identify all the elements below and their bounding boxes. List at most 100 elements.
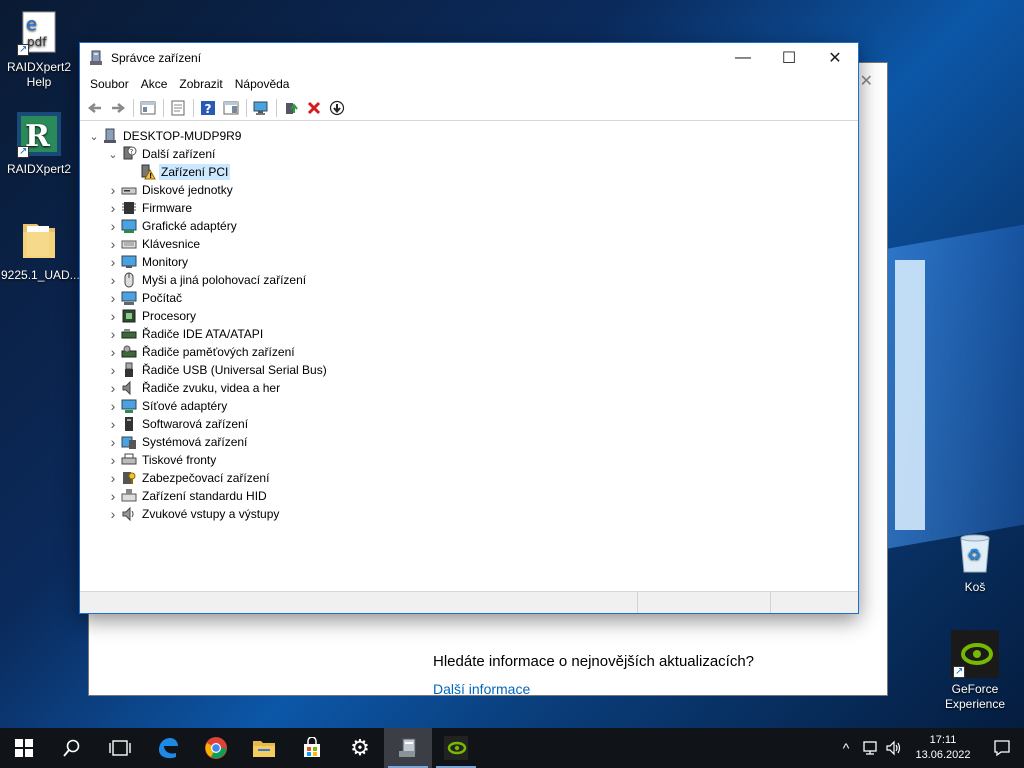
tree-category-item[interactable]: › Softwarová zařízení <box>105 415 250 433</box>
tree-category-item[interactable]: › Monitory <box>105 253 190 271</box>
forward-arrow-icon[interactable] <box>107 97 129 119</box>
tree-category-item[interactable]: › Zařízení standardu HID <box>105 487 269 505</box>
more-info-link[interactable]: Další informace <box>433 681 530 697</box>
taskbar-geforce-experience[interactable] <box>432 728 480 768</box>
clock[interactable]: 17:11 13.06.2022 <box>906 733 980 763</box>
tree-category-item[interactable]: › Procesory <box>105 307 198 325</box>
chevron-right-icon[interactable]: › <box>105 236 121 252</box>
chevron-right-icon[interactable]: › <box>105 380 121 396</box>
taskbar-device-manager[interactable] <box>384 728 432 768</box>
tree-category-item[interactable]: › Řadiče paměťových zařízení <box>105 343 297 361</box>
chevron-right-icon[interactable]: › <box>105 398 121 414</box>
menu-file[interactable]: Soubor <box>84 77 135 91</box>
update-driver-icon[interactable] <box>280 97 302 119</box>
taskbar-edge[interactable] <box>144 728 192 768</box>
task-view-button[interactable] <box>96 728 144 768</box>
menu-action[interactable]: Akce <box>135 77 174 91</box>
tree-category-item[interactable]: › Řadiče zvuku, videa a her <box>105 379 282 397</box>
mouse-icon <box>121 272 137 288</box>
chevron-right-icon[interactable]: › <box>105 308 121 324</box>
tree-category-item[interactable]: › Systémová zařízení <box>105 433 249 451</box>
tree-category-item[interactable]: › Řadiče IDE ATA/ATAPI <box>105 325 265 343</box>
properties-icon[interactable] <box>167 97 189 119</box>
scan-hardware-icon[interactable] <box>250 97 272 119</box>
start-button[interactable] <box>0 728 48 768</box>
chevron-down-icon[interactable]: ⌄ <box>105 148 121 161</box>
chevron-right-icon[interactable]: › <box>105 182 121 198</box>
chevron-right-icon[interactable]: › <box>105 470 121 486</box>
taskbar-chrome[interactable] <box>192 728 240 768</box>
tree-item-label: Řadiče paměťových zařízení <box>142 345 295 359</box>
tree-category-item[interactable]: › Řadiče USB (Universal Serial Bus) <box>105 361 329 379</box>
volume-control[interactable] <box>882 728 906 768</box>
tree-category-item[interactable]: › Počítač <box>105 289 184 307</box>
desktop-icon-label: RAIDXpert2 <box>6 162 72 176</box>
action-pane-icon[interactable] <box>220 97 242 119</box>
chevron-right-icon[interactable]: › <box>105 326 121 342</box>
maximize-button[interactable]: ☐ <box>766 43 812 73</box>
menu-help[interactable]: Nápověda <box>229 77 296 91</box>
chevron-right-icon[interactable]: › <box>105 290 121 306</box>
close-button[interactable]: ✕ <box>812 43 858 73</box>
tree-category-item[interactable]: › Zvukové vstupy a výstupy <box>105 505 281 523</box>
show-hide-tree-icon[interactable] <box>137 97 159 119</box>
tree-category-item[interactable]: › Síťové adaptéry <box>105 397 229 415</box>
chevron-right-icon[interactable]: › <box>105 272 121 288</box>
chevron-right-icon[interactable]: › <box>105 254 121 270</box>
usb-icon <box>121 362 137 378</box>
chevron-down-icon[interactable]: ⌄ <box>86 130 102 143</box>
taskbar-settings[interactable]: ⚙ <box>336 728 384 768</box>
ide-controller-icon <box>121 326 137 342</box>
chevron-right-icon[interactable]: › <box>105 452 121 468</box>
chevron-right-icon[interactable]: › <box>105 200 121 216</box>
desktop-icon-raidxpert2[interactable]: R RAIDXpert2 <box>1 110 77 177</box>
search-button[interactable] <box>48 728 96 768</box>
window-title: Správce zařízení <box>111 51 202 65</box>
tree-category-item[interactable]: › Tiskové fronty <box>105 451 218 469</box>
svg-text:!: ! <box>149 172 152 180</box>
clock-time: 17:11 <box>929 734 957 746</box>
tree-category-item[interactable]: › Grafické adaptéry <box>105 217 239 235</box>
chevron-right-icon[interactable]: › <box>105 488 121 504</box>
chevron-right-icon[interactable]: › <box>105 218 121 234</box>
minimize-button[interactable]: — <box>720 43 766 73</box>
tree-category-item[interactable]: › Firmware <box>105 199 194 217</box>
chevron-right-icon[interactable]: › <box>105 416 121 432</box>
uninstall-device-icon[interactable] <box>303 97 325 119</box>
device-manager-window[interactable]: Správce zařízení — ☐ ✕ Soubor Akce Zobra… <box>79 42 859 614</box>
tree-root[interactable]: ⌄ DESKTOP-MUDP9R9 <box>86 127 243 145</box>
tree-category-item[interactable]: › Diskové jednotky <box>105 181 235 199</box>
tree-item-label: Diskové jednotky <box>142 183 233 197</box>
desktop-icon-folder[interactable]: 9225.1_UAD... <box>1 216 80 283</box>
enable-device-icon[interactable] <box>326 97 348 119</box>
back-arrow-icon[interactable] <box>84 97 106 119</box>
network-status[interactable] <box>858 728 882 768</box>
action-center-button[interactable] <box>980 728 1024 768</box>
tree-category-item[interactable]: › Klávesnice <box>105 235 202 253</box>
close-icon[interactable]: ✕ <box>860 71 873 91</box>
tree-item-label: Zařízení PCI <box>159 164 231 180</box>
tree-item-label: Softwarová zařízení <box>142 417 249 431</box>
help-icon[interactable]: ? <box>197 97 219 119</box>
chevron-right-icon[interactable]: › <box>105 506 121 522</box>
chevron-right-icon[interactable]: › <box>105 362 121 378</box>
tree-item-label: Řadiče IDE ATA/ATAPI <box>142 327 264 341</box>
tree-category-item[interactable]: › Zabezpečovací zařízení <box>105 469 271 487</box>
show-hidden-icons-button[interactable]: ^ <box>834 728 858 768</box>
tree-item-label: Klávesnice <box>142 237 201 251</box>
chevron-right-icon[interactable]: › <box>105 344 121 360</box>
tree-category-item[interactable]: ⌄? Další zařízení <box>105 145 217 163</box>
title-bar[interactable]: Správce zařízení — ☐ ✕ <box>80 43 858 73</box>
desktop-icon-geforce-experience[interactable]: GeForce Experience <box>937 630 1013 712</box>
device-tree[interactable]: ⌄ DESKTOP-MUDP9R9 ⌄? Další zařízení! Zaříz… <box>80 123 858 591</box>
storage-controller-icon <box>121 344 137 360</box>
tree-child-item[interactable]: ! Zařízení PCI <box>124 163 231 181</box>
chevron-right-icon[interactable]: › <box>105 434 121 450</box>
desktop-icon-raidxpert2-help[interactable]: epdf RAIDXpert2 Help <box>1 8 77 90</box>
desktop-icon-recycle-bin[interactable]: ♻ Koš <box>937 528 1013 595</box>
menu-view[interactable]: Zobrazit <box>173 77 228 91</box>
taskbar-store[interactable] <box>288 728 336 768</box>
store-icon <box>304 737 320 757</box>
taskbar-file-explorer[interactable] <box>240 728 288 768</box>
tree-category-item[interactable]: › Myši a jiná polohovací zařízení <box>105 271 308 289</box>
